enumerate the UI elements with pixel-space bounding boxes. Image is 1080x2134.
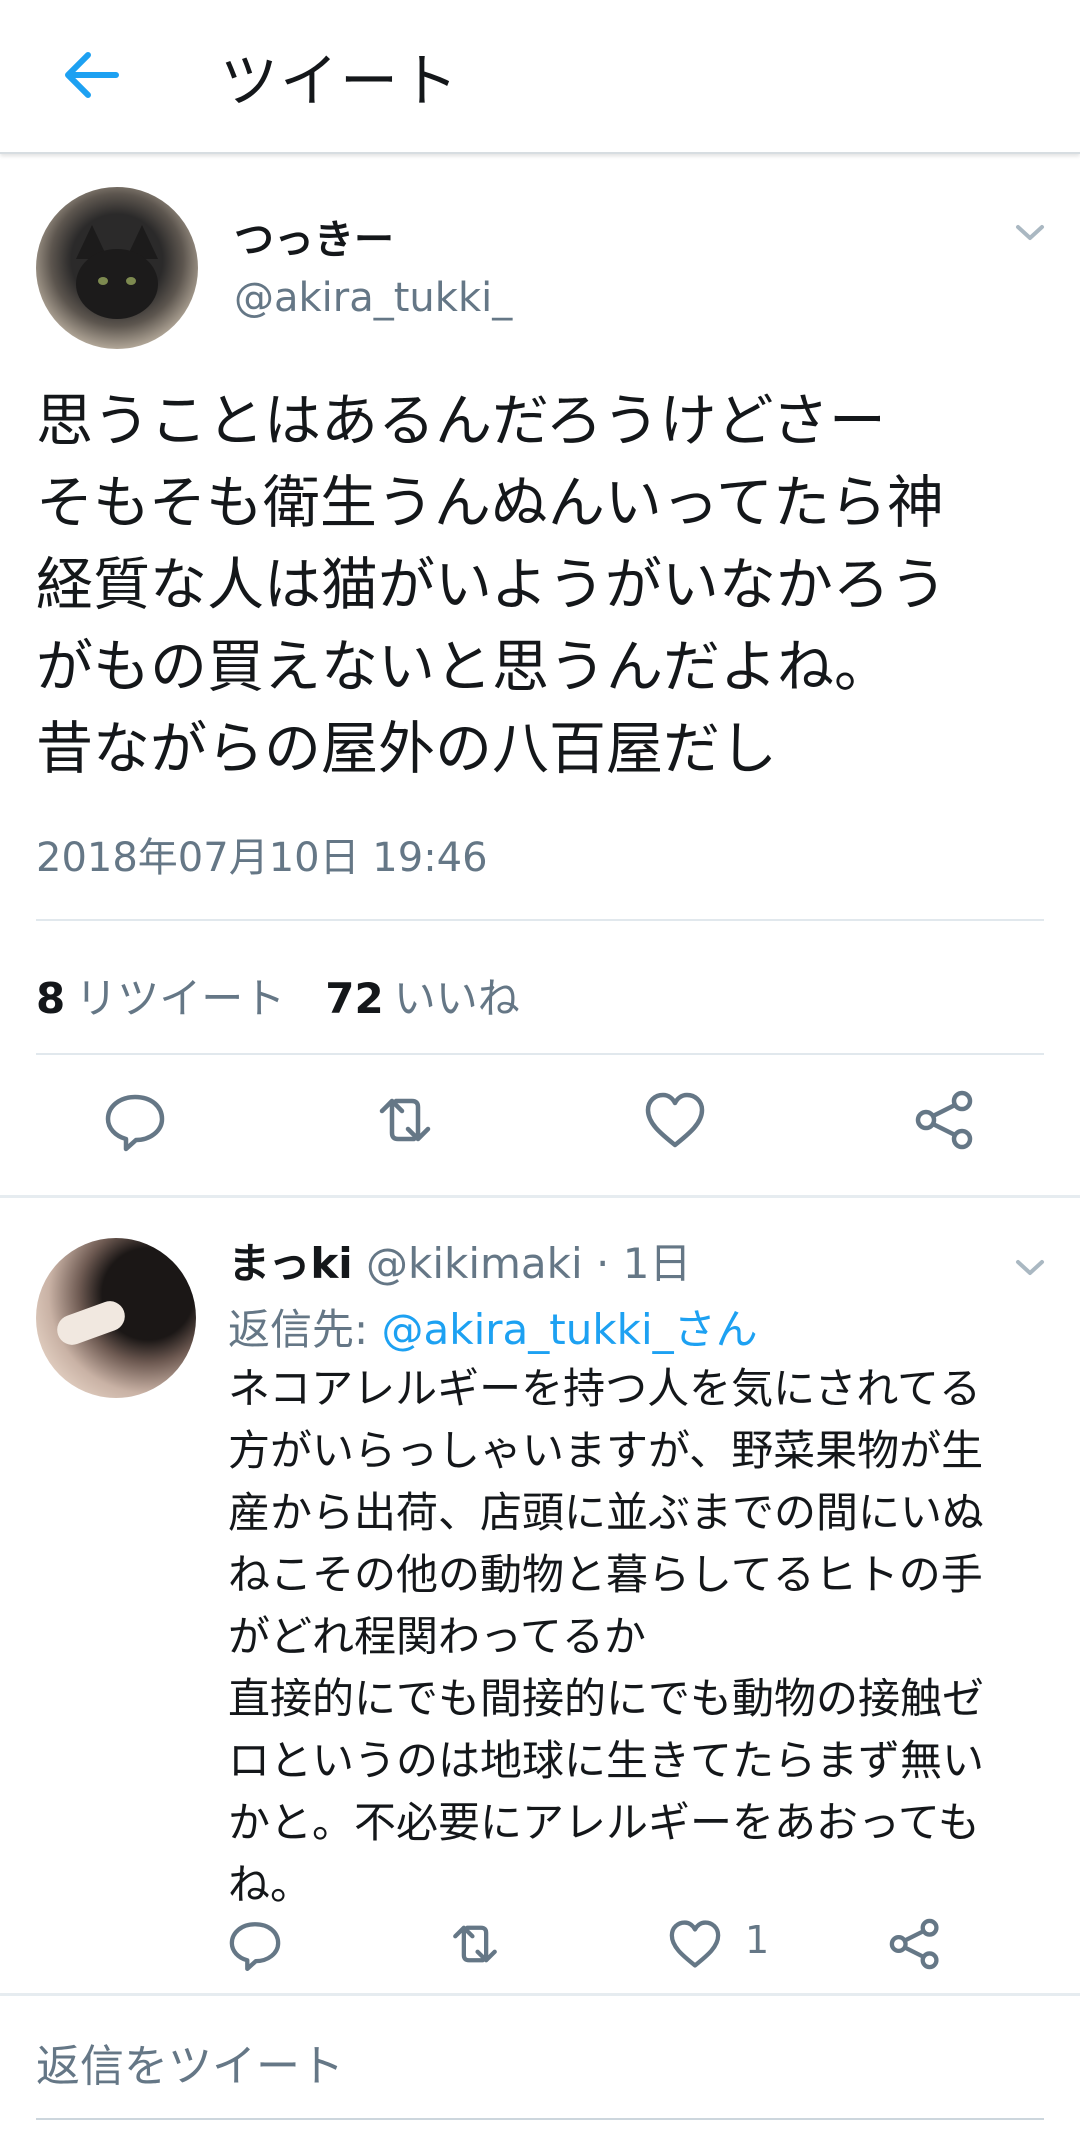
arrow-left-icon[interactable]	[56, 40, 126, 110]
reply-compose-input[interactable]: 返信をツイート	[36, 2030, 344, 2094]
tweet-text: 思うことはあるんだろうけどさー そもそも衛生うんぬんいってたら神 経質な人は猫が…	[36, 388, 947, 782]
heart-icon[interactable]	[640, 1085, 710, 1155]
chevron-down-icon[interactable]	[1010, 1252, 1050, 1282]
retweet-stat[interactable]: 8 リツイート	[36, 974, 285, 1023]
tweet-actions	[0, 1075, 1080, 1165]
heart-icon[interactable]	[665, 1914, 725, 1974]
tweet-timestamp: 2018年07月10日 19:46	[36, 835, 488, 881]
like-stat[interactable]: 72 いいね	[325, 974, 519, 1023]
reply-to-link[interactable]: @akira_tukki_さん	[382, 1305, 758, 1354]
user-handle[interactable]: @akira_tukki_	[234, 275, 512, 321]
share-icon[interactable]	[910, 1085, 980, 1155]
reply-actions: 1	[0, 1910, 1080, 1980]
page-title: ツイート	[220, 47, 461, 115]
section-separator	[0, 1993, 1080, 1996]
share-icon[interactable]	[885, 1914, 945, 1974]
avatar[interactable]	[36, 187, 198, 349]
user-handle[interactable]: @kikimaki	[366, 1239, 583, 1288]
app-bar: ツイート	[0, 0, 1080, 154]
compose-underline	[36, 2118, 1044, 2120]
display-name[interactable]: まっki	[228, 1239, 353, 1288]
tweet-text: ネコアレルギーを持つ人を気にされてる 方がいらっしゃいますが、野菜果物が生 産か…	[228, 1364, 985, 1909]
reply-to: 返信先: @akira_tukki_さん	[228, 1305, 758, 1354]
divider	[36, 1053, 1044, 1055]
reply-header: まっki @kikimaki · 1日	[228, 1239, 692, 1288]
divider	[36, 919, 1044, 921]
retweet-icon[interactable]	[370, 1085, 440, 1155]
retweet-icon[interactable]	[445, 1914, 505, 1974]
reply-icon[interactable]	[100, 1085, 170, 1155]
tweet-stats: 8 リツイート 72 いいね	[36, 965, 520, 1026]
tweet-age: 1日	[622, 1239, 692, 1288]
chevron-down-icon[interactable]	[1010, 217, 1050, 247]
display-name[interactable]: つっきー	[234, 207, 394, 265]
section-separator	[0, 1195, 1080, 1198]
reply-icon[interactable]	[225, 1914, 285, 1974]
like-count: 1	[745, 1918, 770, 1962]
avatar[interactable]	[36, 1238, 196, 1398]
